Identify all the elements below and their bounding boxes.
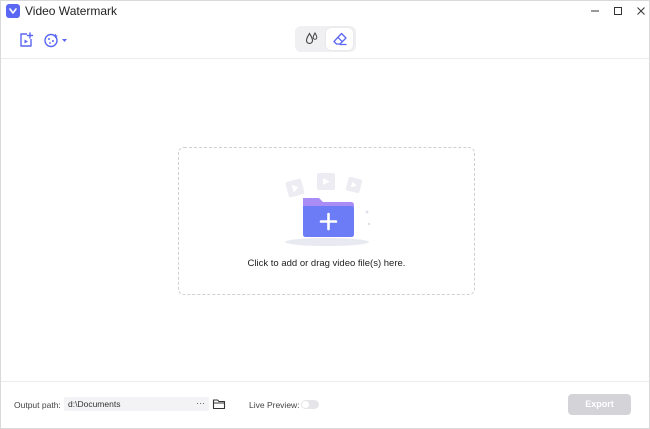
open-folder-button[interactable]: [212, 397, 226, 411]
live-preview-label: Live Preview:: [249, 400, 300, 410]
minimize-button[interactable]: [583, 1, 607, 21]
add-watermark-mode-button[interactable]: [298, 28, 325, 50]
bottom-bar: Output path: d:\Documents ··· Live Previ…: [1, 381, 649, 429]
app-window: Video Watermark Click to add or drag vid…: [0, 0, 650, 429]
watermark-drop-icon: [305, 31, 317, 44]
title-bar: Video Watermark: [1, 1, 649, 21]
maximize-icon: [614, 7, 622, 15]
output-path-field[interactable]: d:\Documents ···: [64, 397, 209, 411]
add-file-button[interactable]: [16, 30, 36, 50]
live-preview-toggle[interactable]: [301, 400, 319, 409]
output-path-value: d:\Documents: [68, 399, 121, 409]
window-title: Video Watermark: [25, 4, 118, 18]
toggle-knob: [302, 401, 309, 408]
folder-icon: [212, 399, 226, 410]
add-video-folder-icon: [285, 173, 371, 246]
drop-zone[interactable]: Click to add or drag video file(s) here.: [178, 147, 475, 295]
remove-watermark-mode-button[interactable]: [326, 28, 353, 50]
drop-zone-hint: Click to add or drag video file(s) here.: [247, 258, 406, 269]
magic-dropdown-icon: [44, 33, 67, 48]
export-button[interactable]: Export: [568, 394, 631, 415]
output-path-label: Output path:: [14, 400, 61, 410]
minimize-icon: [591, 10, 599, 12]
mode-switch: [295, 26, 356, 52]
add-file-icon: [20, 32, 34, 47]
toolbar: [1, 21, 649, 59]
tools-dropdown-button[interactable]: [42, 30, 70, 50]
close-button[interactable]: [629, 1, 650, 21]
app-logo-icon: [6, 4, 20, 18]
eraser-icon: [332, 32, 347, 46]
maximize-button[interactable]: [606, 1, 630, 21]
output-path-more-button[interactable]: ···: [196, 396, 205, 410]
close-icon: [637, 7, 645, 15]
